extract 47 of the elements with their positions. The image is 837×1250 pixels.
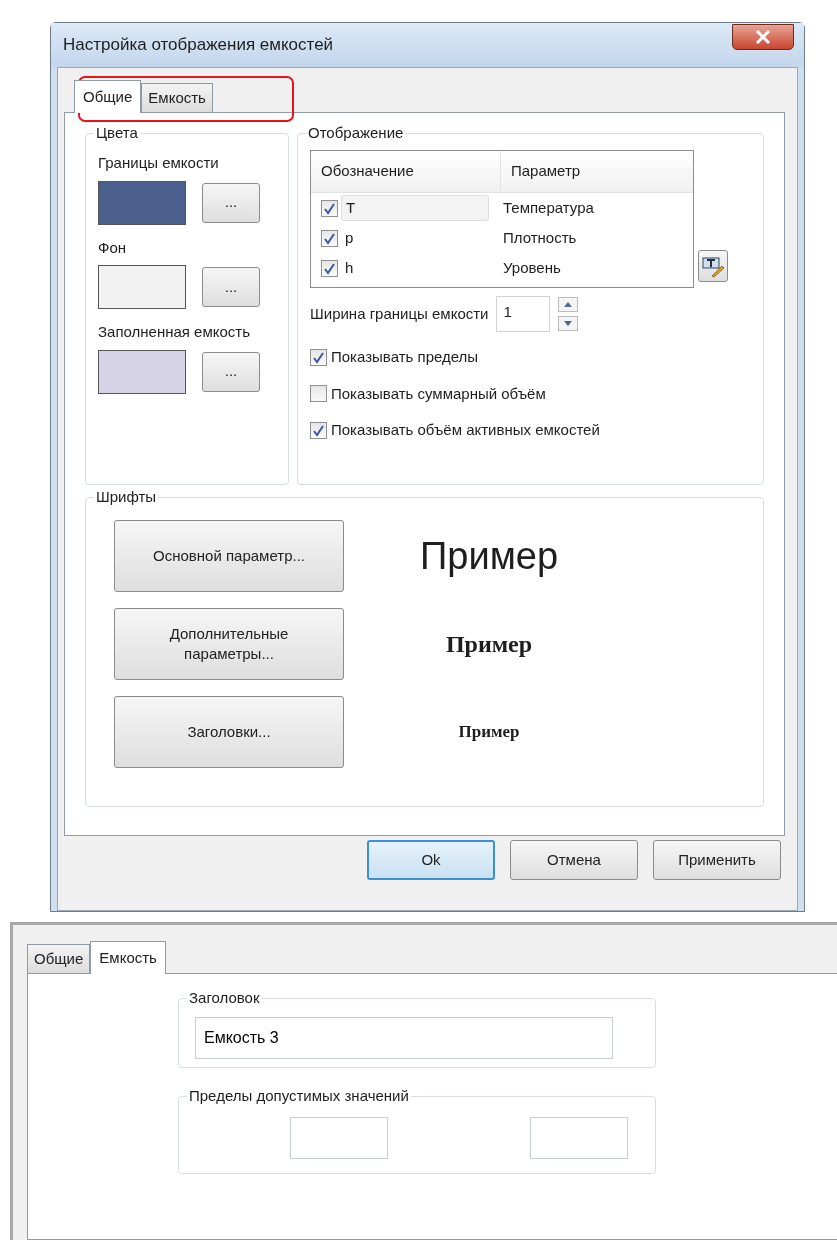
table-cell[interactable]: T [341, 195, 489, 221]
checkbox[interactable] [321, 259, 338, 277]
window-title: Настройка отображения емкостей [63, 34, 334, 57]
checkbox[interactable] [310, 348, 327, 366]
tab[interactable]: Емкость [90, 940, 166, 974]
color-label: Заполненная емкость [98, 322, 252, 342]
table-cell[interactable]: p [341, 225, 489, 251]
title-field[interactable]: Емкость 3 [195, 1017, 613, 1059]
dialog-button[interactable]: Отмена [510, 840, 638, 880]
font-button[interactable]: Основной параметр... [114, 520, 344, 592]
table-cell-text: Плотность [502, 227, 577, 248]
table-cell-text: Уровень [502, 257, 561, 278]
limit-field[interactable] [530, 1117, 628, 1159]
limit-field[interactable] [290, 1117, 388, 1159]
checkbox-label[interactable]: Показывать пределы [331, 346, 479, 369]
browse-button[interactable]: ... [202, 351, 260, 392]
font-sample: Пример [445, 630, 533, 659]
group-title: Отображение [306, 123, 406, 143]
font-sample: Пример [419, 533, 559, 579]
tab[interactable]: Емкость [141, 82, 213, 112]
checkbox[interactable] [310, 421, 327, 439]
close-button[interactable] [732, 24, 794, 50]
browse-button[interactable]: ... [202, 182, 260, 223]
color-label: Границы емкости [98, 153, 220, 173]
tab[interactable]: Общие [27, 943, 91, 973]
font-button[interactable]: Заголовки... [114, 696, 344, 768]
column-header: Обозначение [311, 151, 501, 192]
edit-button[interactable] [698, 250, 728, 282]
dialog-button[interactable]: Применить [653, 840, 781, 880]
font-button[interactable]: Дополнительные параметры... [114, 608, 344, 680]
dialog-button[interactable]: Ok [367, 840, 495, 880]
checkbox-label[interactable]: Показывать суммарный объём [331, 382, 546, 405]
tab[interactable]: Общие [74, 79, 142, 113]
font-sample: Пример [458, 721, 520, 744]
table-cell-text: Температура [502, 197, 594, 218]
browse-button[interactable]: ... [202, 267, 260, 307]
text-pencil-icon [702, 255, 724, 278]
column-header: Параметр [510, 161, 582, 182]
color-label: Фон [98, 237, 128, 258]
checkbox[interactable] [321, 199, 338, 217]
field-label: Ширина границы емкости [310, 303, 489, 324]
number-field[interactable]: 1 [496, 296, 551, 332]
checkbox[interactable] [321, 229, 338, 247]
table-cell[interactable]: h [341, 255, 489, 281]
checkbox-label[interactable]: Показывать объём активных емкостей [331, 419, 600, 442]
close-icon [755, 30, 771, 44]
checkbox[interactable] [310, 385, 327, 403]
